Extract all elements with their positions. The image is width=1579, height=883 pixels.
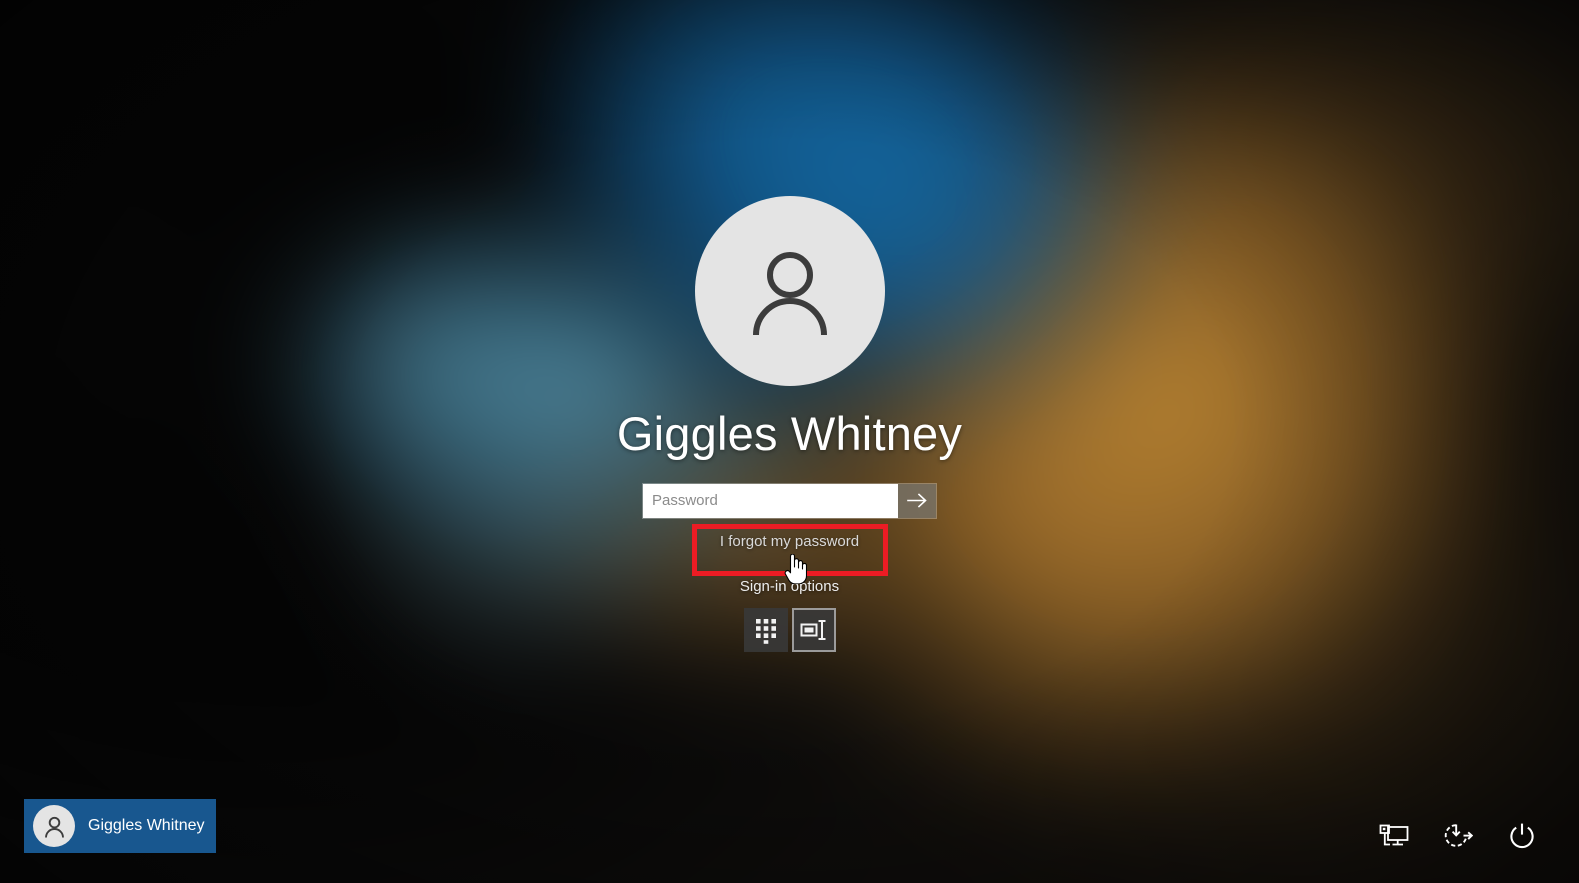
pin-keypad-icon <box>753 616 779 644</box>
password-key-icon <box>800 619 828 641</box>
network-monitor-icon[interactable] <box>1373 815 1415 857</box>
signin-options-label: Sign-in options <box>739 577 840 595</box>
ease-of-access-icon[interactable] <box>1437 815 1479 857</box>
user-tile[interactable]: Giggles Whitney <box>24 799 216 853</box>
login-panel: Giggles Whitney I forgot my password Sig… <box>0 196 1579 652</box>
system-icons-bar <box>1373 815 1543 857</box>
page-title: Giggles Whitney <box>616 407 963 460</box>
arrow-right-icon <box>906 493 928 508</box>
signin-option-pin[interactable] <box>743 607 788 652</box>
password-input[interactable] <box>643 483 898 518</box>
user-tile-name: Giggles Whitney <box>88 817 205 834</box>
lock-screen: Giggles Whitney I forgot my password Sig… <box>0 0 1579 883</box>
submit-button[interactable] <box>898 483 936 518</box>
person-avatar-icon <box>33 805 75 847</box>
forgot-password-area: I forgot my password <box>691 523 888 576</box>
signin-options-row <box>743 607 836 652</box>
power-icon[interactable] <box>1501 815 1543 857</box>
signin-option-password[interactable] <box>791 607 836 652</box>
person-avatar-icon <box>694 196 885 386</box>
forgot-password-link[interactable]: I forgot my password <box>692 524 888 576</box>
password-row <box>643 483 936 518</box>
